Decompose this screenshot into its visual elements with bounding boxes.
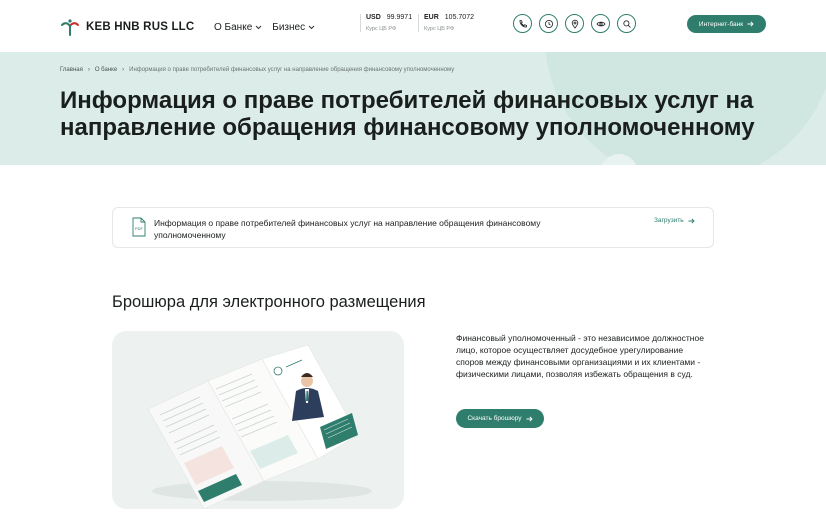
location-icon [571, 19, 578, 29]
nav-item-about[interactable]: О Банке [214, 22, 262, 33]
nav-item-business[interactable]: Бизнес [272, 22, 315, 33]
section-title: Брошюра для электронного размещения [112, 293, 426, 311]
download-label: Загрузить [654, 217, 684, 224]
pdf-badge: PDF [135, 226, 144, 231]
arrow-right-icon [526, 415, 533, 422]
download-link[interactable]: Загрузить [654, 217, 695, 224]
logo-mark-icon [61, 19, 79, 36]
chevron-right-icon: › [87, 67, 90, 73]
location-button[interactable] [565, 14, 584, 33]
internet-bank-label: Интернет-банк [698, 20, 744, 28]
rate-code: EUR [424, 14, 439, 21]
brochure-description: Финансовый уполномоченный - это независи… [456, 333, 704, 379]
chevron-down-icon [255, 25, 262, 30]
search-button[interactable] [617, 14, 636, 33]
document-title: Информация о праве потребителей финансов… [154, 218, 541, 240]
search-icon [622, 19, 631, 28]
chevron-right-icon: › [122, 67, 125, 73]
brochure-image [112, 331, 404, 509]
download-brochure-label: Скачать брошюру [467, 415, 522, 422]
accessibility-button[interactable] [591, 14, 610, 33]
nav-item-label: Бизнес [272, 22, 306, 33]
rate-value: 99.9971 [386, 14, 413, 21]
breadcrumb-current: Информация о праве потребителей финансов… [129, 67, 455, 73]
document-card: PDF Информация о праве потребителей фина… [112, 207, 714, 248]
eye-icon [596, 21, 605, 26]
internet-bank-button[interactable]: Интернет-банк [687, 15, 766, 33]
page-title: Информация о праве потребителей финансов… [60, 87, 755, 141]
hero-banner: Главная › О банке › Информация о праве п… [0, 52, 826, 165]
rate-usd: USD 99.9971 Курс ЦБ РФ [360, 14, 413, 32]
clock-icon [544, 19, 553, 28]
breadcrumb-home[interactable]: Главная [60, 67, 83, 73]
rate-source: Курс ЦБ РФ [366, 26, 397, 32]
phone-icon [519, 19, 527, 27]
nav-item-label: О Банке [214, 22, 253, 33]
breadcrumb: Главная › О банке › Информация о праве п… [60, 67, 454, 73]
arrow-right-icon [688, 217, 695, 224]
rate-code: USD [366, 14, 381, 21]
currency-rates: USD 99.9971 Курс ЦБ РФ EUR 105.7072 Курс… [360, 14, 474, 32]
breadcrumb-about[interactable]: О банке [95, 67, 117, 73]
rate-source: Курс ЦБ РФ [424, 26, 455, 32]
brochure-illustration [147, 344, 372, 509]
pdf-file-icon: PDF [132, 217, 146, 237]
header-icon-buttons [513, 14, 636, 33]
rate-eur: EUR 105.7072 Курс ЦБ РФ [418, 14, 474, 32]
logo[interactable]: KEB HNB RUS LLC [60, 17, 194, 37]
rate-value: 105.7072 [444, 14, 474, 21]
main-nav: О Банке Бизнес [214, 22, 315, 33]
chevron-down-icon [308, 25, 315, 30]
hours-button[interactable] [539, 14, 558, 33]
arrow-right-icon [747, 21, 754, 27]
logo-text: KEB HNB RUS LLC [86, 21, 195, 33]
phone-button[interactable] [513, 14, 532, 33]
site-header: KEB HNB RUS LLC О Банке Бизнес USD 99.99… [0, 0, 826, 52]
download-brochure-button[interactable]: Скачать брошюру [456, 409, 544, 428]
